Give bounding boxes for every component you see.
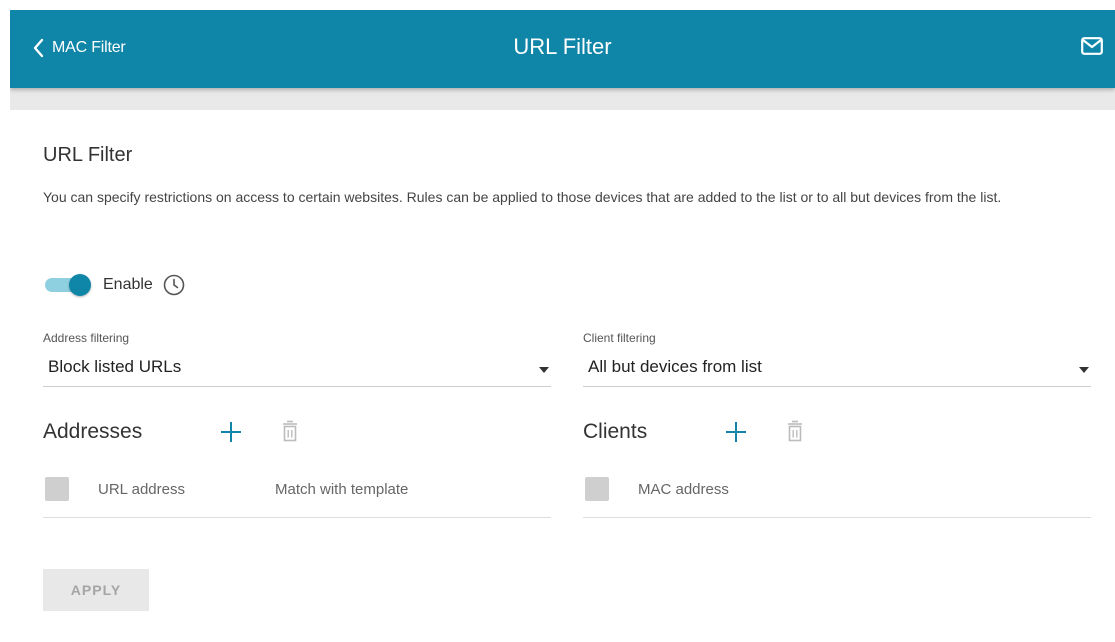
column-header-mac-address: MAC address — [638, 481, 729, 498]
enable-label: Enable — [103, 276, 153, 293]
trash-icon[interactable] — [280, 419, 300, 445]
clients-table-header: MAC address — [583, 473, 1091, 518]
enable-row: Enable — [43, 274, 185, 296]
client-filtering-select[interactable]: All but devices from list — [583, 352, 1091, 387]
clients-header: Clients — [583, 418, 1091, 448]
client-filtering-value: All but devices from list — [588, 357, 762, 376]
chevron-down-icon — [539, 367, 549, 373]
apply-button[interactable]: APPLY — [43, 569, 149, 611]
client-filtering-block: Client filtering All but devices from li… — [583, 331, 1091, 387]
plus-icon[interactable] — [219, 420, 243, 444]
trash-icon[interactable] — [785, 419, 805, 445]
address-filtering-block: Address filtering Block listed URLs — [43, 331, 551, 387]
toggle-knob — [69, 274, 91, 296]
clients-select-all-checkbox[interactable] — [585, 477, 609, 501]
mail-icon[interactable] — [1081, 37, 1103, 55]
section-title: URL Filter — [43, 144, 133, 166]
plus-icon[interactable] — [724, 420, 748, 444]
column-header-url-address: URL address — [98, 481, 185, 498]
page-header-title: URL Filter — [513, 34, 612, 59]
addresses-title: Addresses — [43, 420, 143, 443]
address-filtering-label: Address filtering — [43, 331, 130, 345]
address-filtering-value: Block listed URLs — [48, 357, 182, 376]
column-header-match-template: Match with template — [275, 481, 409, 498]
enable-toggle[interactable] — [43, 274, 91, 296]
addresses-select-all-checkbox[interactable] — [45, 477, 69, 501]
addresses-header: Addresses — [43, 418, 551, 448]
clock-icon[interactable] — [163, 274, 185, 296]
clients-title: Clients — [583, 420, 648, 443]
client-filtering-label: Client filtering — [583, 331, 656, 345]
top-header: MAC Filter URL Filter — [10, 10, 1115, 88]
page-frame: MAC Filter URL Filter URL Filter You can… — [10, 10, 1115, 642]
section-description: You can specify restrictions on access t… — [43, 189, 1002, 205]
header-subbar — [10, 88, 1115, 110]
chevron-down-icon — [1079, 367, 1089, 373]
address-filtering-select[interactable]: Block listed URLs — [43, 352, 551, 387]
addresses-table-header: URL address Match with template — [43, 473, 551, 518]
